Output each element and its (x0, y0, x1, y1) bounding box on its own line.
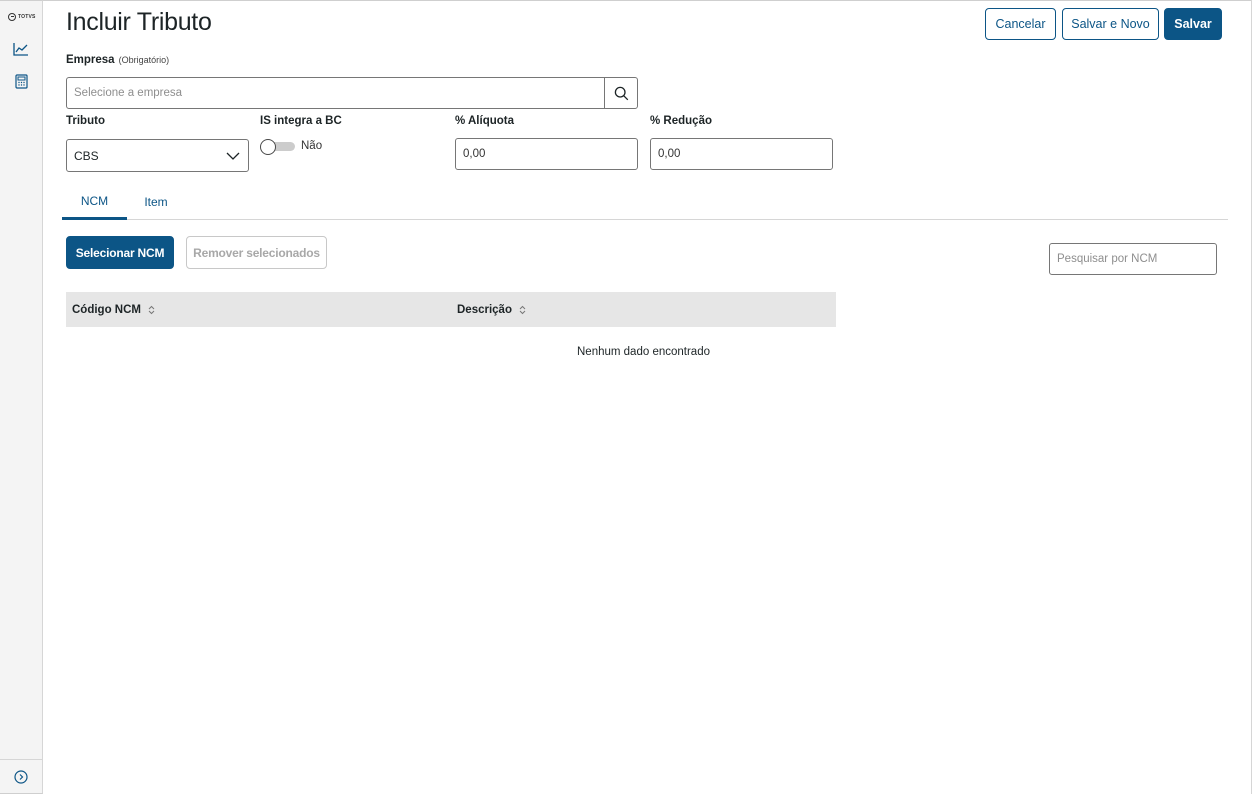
tributo-select[interactable]: CBS (66, 139, 249, 172)
empresa-lookup (66, 77, 638, 109)
aliquota-field (455, 138, 638, 170)
column-header-label: Código NCM (72, 303, 141, 316)
column-header-label: Descrição (457, 303, 512, 316)
sort-icon (148, 305, 155, 315)
chevron-down-icon (226, 152, 240, 160)
empresa-lookup-button[interactable] (604, 78, 637, 108)
is-integra-switch[interactable] (260, 139, 295, 155)
page-title: Incluir Tributo (66, 8, 212, 36)
tab-item[interactable]: Item (138, 184, 174, 219)
ncm-search (1049, 243, 1217, 275)
ncm-search-input[interactable] (1057, 253, 1211, 265)
column-header-descricao[interactable]: Descrição (457, 292, 526, 327)
save-and-new-button[interactable]: Salvar e Novo (1062, 8, 1159, 40)
reducao-input[interactable] (658, 148, 825, 160)
column-header-codigo-ncm[interactable]: Código NCM (72, 292, 155, 327)
is-integra-state: Não (301, 140, 323, 152)
tab-ncm[interactable]: NCM (62, 184, 127, 220)
tributo-label: Tributo (66, 115, 105, 127)
totvs-logo-mark (8, 13, 16, 21)
aliquota-input[interactable] (463, 148, 630, 160)
required-hint: (Obrigatório) (118, 55, 170, 65)
chart-line-icon[interactable] (13, 41, 29, 57)
tab-bar: NCM Item (62, 184, 1228, 220)
empty-table-message: Nenhum dado encontrado (577, 346, 710, 358)
tributo-selected-value: CBS (74, 148, 99, 163)
chevron-right-circle-icon (14, 769, 28, 784)
totvs-logo: TOTVS (8, 13, 36, 21)
is-integra-label: IS integra a BC (260, 115, 342, 127)
brand-name: TOTVS (18, 14, 36, 20)
switch-knob (260, 139, 276, 155)
empresa-input[interactable] (67, 78, 604, 108)
empresa-label: Empresa (Obrigatório) (66, 54, 169, 66)
table-header: Código NCM Descrição (66, 292, 836, 327)
side-nav: TOTVS (0, 0, 43, 794)
select-ncm-button[interactable]: Selecionar NCM (66, 236, 174, 269)
empresa-label-text: Empresa (66, 54, 115, 66)
expand-menu-button[interactable] (0, 759, 42, 793)
reducao-label: % Redução (650, 115, 712, 127)
reducao-field (650, 138, 833, 170)
remove-selected-button[interactable]: Remover selecionados (186, 236, 327, 269)
calculator-icon[interactable] (13, 73, 29, 89)
aliquota-label: % Alíquota (455, 115, 514, 127)
top-border (43, 0, 1252, 1)
search-icon (614, 86, 628, 100)
cancel-button[interactable]: Cancelar (985, 8, 1056, 40)
save-button[interactable]: Salvar (1164, 8, 1222, 40)
sort-icon (519, 305, 526, 315)
